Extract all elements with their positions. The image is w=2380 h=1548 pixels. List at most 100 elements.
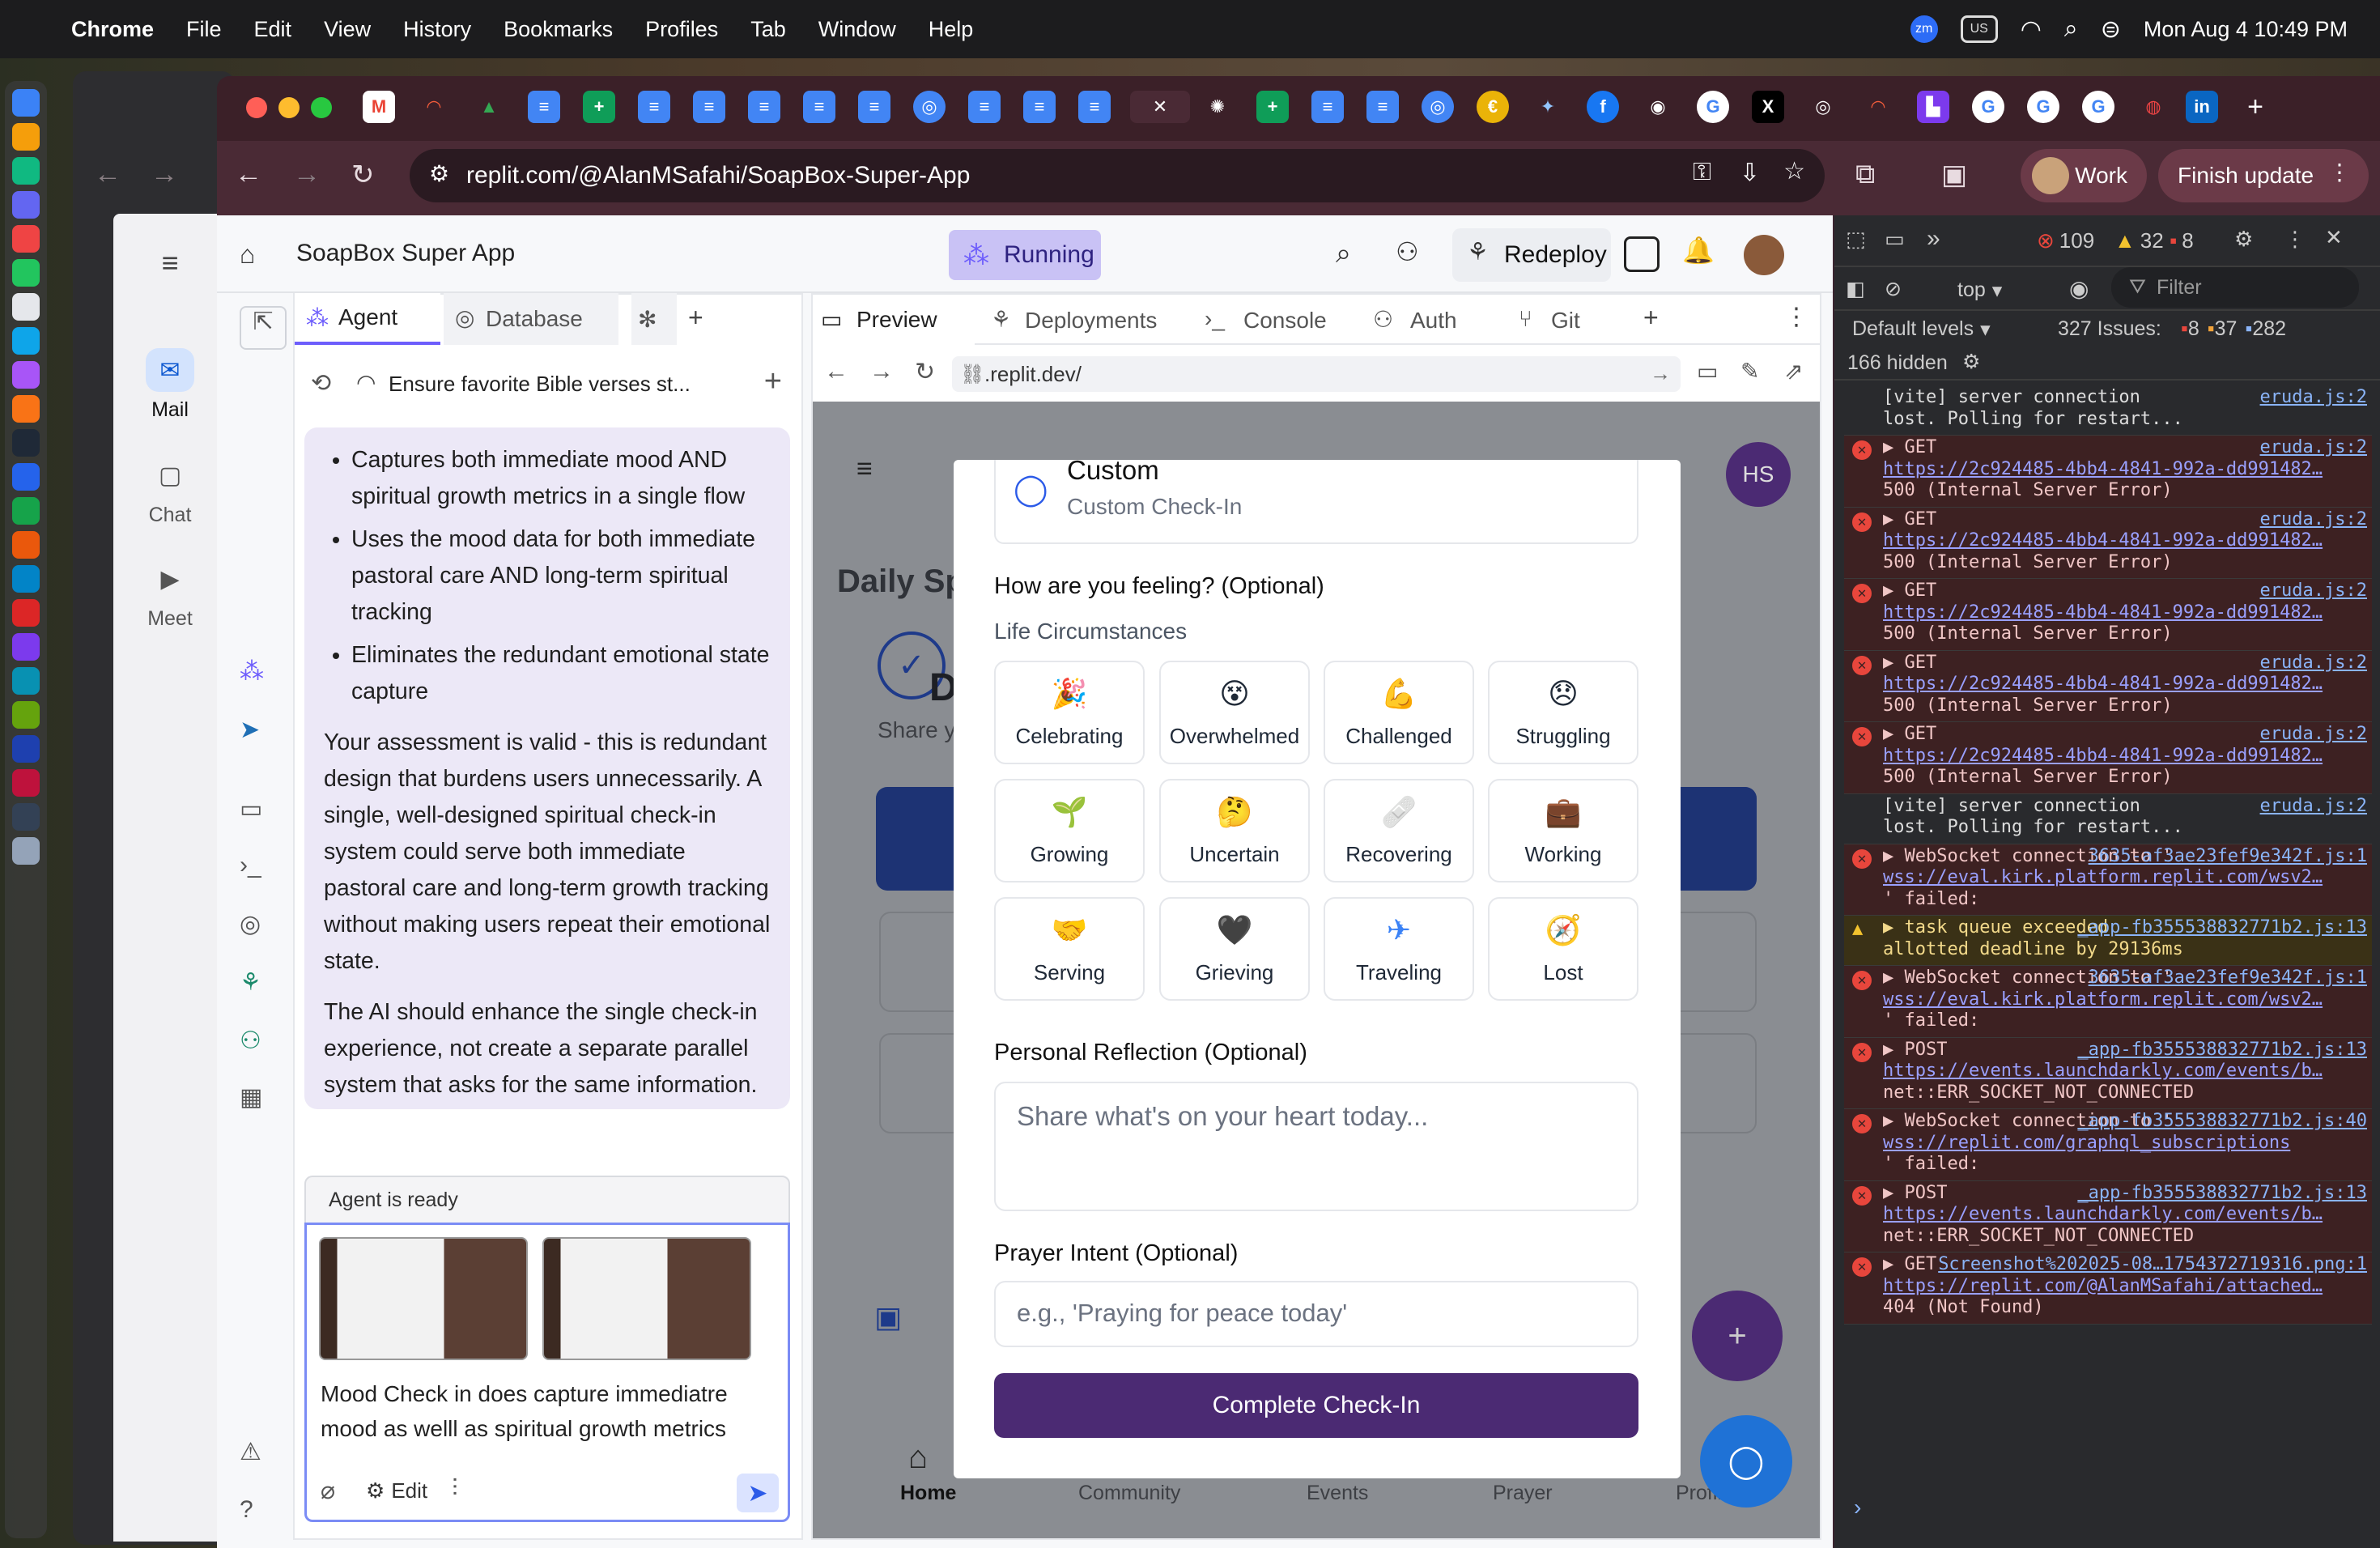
app-icon[interactable] [12, 429, 40, 457]
tab-x[interactable]: X [1752, 91, 1784, 123]
app-icon[interactable] [12, 293, 40, 321]
mood-option-working[interactable]: 💼 Working [1488, 779, 1638, 882]
console-log-entry[interactable]: ✕ ▶ WebSocket connection to ' _app-fb35553… [1844, 1109, 2372, 1181]
log-url-link[interactable]: https://2c924485-4bb4-4841-992a-dd991482… [1883, 674, 2372, 695]
new-chat-icon[interactable]: + [764, 364, 782, 399]
log-source-link[interactable]: _app-fb355538832771b2.js:13 [2077, 1183, 2367, 1205]
menu-view[interactable]: View [324, 17, 371, 42]
mood-option-celebrating[interactable]: 🎉 Celebrating [994, 661, 1145, 764]
mood-option-uncertain[interactable]: 🤔 Uncertain [1159, 779, 1310, 882]
clear-console-icon[interactable]: ⊘ [1885, 277, 1902, 301]
console-log-entry[interactable]: ✕ ▶ GET eruda.js:2 https://2c924485-4bb4-48… [1844, 722, 2372, 794]
console-log-entry[interactable]: ✕ ▶ GET Screenshot%202025-08…1754372719316… [1844, 1252, 2372, 1325]
help-icon[interactable]: ? [240, 1496, 253, 1524]
send-button[interactable]: ➤ [737, 1474, 779, 1512]
devtools-wrench-icon[interactable]: ✎ [1740, 358, 1759, 385]
notifications-bell-icon[interactable]: 🔔 [1682, 235, 1715, 266]
chat-title[interactable]: Ensure favorite Bible verses st... [389, 372, 691, 397]
tab-google[interactable]: G [1972, 91, 2004, 123]
device-toolbar-icon[interactable]: ▭ [1885, 227, 1905, 252]
console-log-entry[interactable]: ✕ ▶ WebSocket connection to ' 3635-af3ae23… [1844, 844, 2372, 916]
redeploy-button[interactable]: ⚘ Redeploy [1452, 228, 1611, 282]
tab-docs[interactable]: ≡ [858, 91, 890, 123]
sidebar-toggle-icon[interactable]: ◧ [1846, 277, 1865, 301]
tab-docs[interactable]: ≡ [968, 91, 1001, 123]
back-icon[interactable]: ← [235, 159, 262, 190]
mood-option-challenged[interactable]: 💪 Challenged [1324, 661, 1474, 764]
deployments-icon[interactable]: ⚘ [240, 968, 261, 997]
nav-home[interactable]: Home [900, 1482, 956, 1505]
log-source-link[interactable]: _app-fb355538832771b2.js:13 [2077, 1040, 2367, 1061]
invite-user-icon[interactable]: ⚇ [1396, 236, 1419, 267]
app-icon[interactable] [12, 327, 40, 355]
app-icon[interactable] [12, 191, 40, 219]
address-bar[interactable]: ⚙ replit.com/@AlanMSafahi/SoapBox-Super-… [410, 149, 1825, 202]
history-icon[interactable]: ⟲ [311, 369, 331, 398]
console-log-entry[interactable]: [vite] server connection lost. Polling f… [1844, 385, 2372, 436]
tab-replit[interactable]: ◠ [418, 91, 450, 123]
tab-agent[interactable]: ⁂ Agent [295, 293, 440, 345]
log-levels-dropdown[interactable]: Default levels ▾ [1852, 317, 1991, 342]
menu-window[interactable]: Window [818, 17, 896, 42]
add-tab-icon[interactable]: + [688, 303, 703, 333]
console-log-entry[interactable]: ✕ ▶ GET eruda.js:2 https://2c924485-4bb4-48… [1844, 579, 2372, 651]
mood-option-lost[interactable]: 🧭 Lost [1488, 897, 1638, 1001]
tab-docs[interactable]: ≡ [693, 91, 725, 123]
tab-docs[interactable]: ≡ [1023, 91, 1056, 123]
close-window-button[interactable] [246, 97, 267, 118]
tab-gemini[interactable]: ✦ [1532, 91, 1564, 123]
warning-count[interactable]: ▲ 32 [2114, 228, 2164, 253]
chat-input[interactable]: Mood Check in does capture immediatre mo… [321, 1376, 774, 1446]
chat-fab-button[interactable]: ◯ [1700, 1415, 1792, 1508]
menu-edit[interactable]: Edit [254, 17, 292, 42]
preview-url-bar[interactable]: ⛓ .replit.dev/ → [952, 356, 1681, 392]
tab-git[interactable]: ⑂ Git [1515, 295, 1629, 347]
log-source-link[interactable]: 3635-af3ae23fef9e342f.js:1 [2089, 846, 2367, 868]
context-selector[interactable]: top ▾ [1957, 279, 2002, 303]
log-url-link[interactable]: wss://eval.kirk.platform.replit.com/wsv2… [1883, 989, 2372, 1011]
tab-extra[interactable]: ✻ [631, 293, 677, 345]
attach-icon[interactable]: ⌀ [321, 1477, 335, 1505]
app-icon[interactable] [12, 701, 40, 729]
tab-drive[interactable]: ▲ [473, 91, 505, 123]
file-tree-toggle-icon[interactable]: ⇱ [240, 306, 287, 350]
console-filter-input[interactable]: ⛛ Filter [2111, 267, 2359, 308]
all-tools-icon[interactable]: ▦ [240, 1083, 262, 1112]
side-panel-icon[interactable]: ▣ [1941, 159, 1967, 191]
mood-option-serving[interactable]: 🤝 Serving [994, 897, 1145, 1001]
tab-sheets[interactable]: + [1256, 91, 1289, 123]
log-source-link[interactable]: eruda.js:2 [2260, 387, 2367, 409]
more-menu-icon[interactable]: ⋮ [2328, 159, 2351, 185]
log-url-link[interactable]: https://2c924485-4bb4-4841-992a-dd991482… [1883, 746, 2372, 768]
preview-reload-icon[interactable]: ↻ [915, 358, 935, 386]
mail-nav-chat[interactable]: ▢ Chat [113, 453, 227, 527]
prayer-intent-input[interactable]: e.g., 'Praying for peace today' [994, 1281, 1638, 1347]
tab-site[interactable]: ◎ [1422, 91, 1454, 123]
log-source-link[interactable]: eruda.js:2 [2260, 580, 2367, 602]
menu-file[interactable]: File [186, 17, 222, 42]
log-source-link[interactable]: _app-fb355538832771b2.js:13 [2077, 917, 2367, 939]
app-icon[interactable] [12, 531, 40, 559]
tab-site[interactable]: € [1477, 91, 1509, 123]
home-icon[interactable]: ⌂ [240, 240, 255, 270]
install-app-icon[interactable]: ⇩ [1740, 159, 1760, 187]
menu-history[interactable]: History [403, 17, 471, 42]
forward-icon[interactable]: → [293, 159, 321, 190]
home-nav-icon[interactable]: ⌂ [908, 1440, 928, 1476]
site-info-icon[interactable]: ⚙ [429, 160, 449, 187]
log-source-link[interactable]: _app-fb355538832771b2.js:40 [2077, 1111, 2367, 1133]
tab-database[interactable]: ◎ Database [444, 293, 618, 345]
keyboard-input-icon[interactable]: US [1960, 15, 1998, 43]
tab-google[interactable]: G [1697, 91, 1729, 123]
close-devtools-icon[interactable]: ✕ [2325, 225, 2343, 250]
log-url-link[interactable]: wss://eval.kirk.platform.replit.com/wsv2… [1883, 867, 2372, 889]
tab-docs[interactable]: ≡ [638, 91, 670, 123]
hidden-settings-icon[interactable]: ⚙ [1962, 350, 1980, 374]
more-options-icon[interactable]: ⋮ [2284, 227, 2306, 252]
menu-bookmarks[interactable]: Bookmarks [504, 17, 613, 42]
tab-docs[interactable]: ≡ [748, 91, 780, 123]
log-source-link[interactable]: eruda.js:2 [2260, 509, 2367, 531]
log-source-link[interactable]: 3635-af3ae23fef9e342f.js:1 [2089, 968, 2367, 989]
tab-docs[interactable]: ≡ [1311, 91, 1344, 123]
preview-back-icon[interactable]: ← [824, 358, 848, 385]
